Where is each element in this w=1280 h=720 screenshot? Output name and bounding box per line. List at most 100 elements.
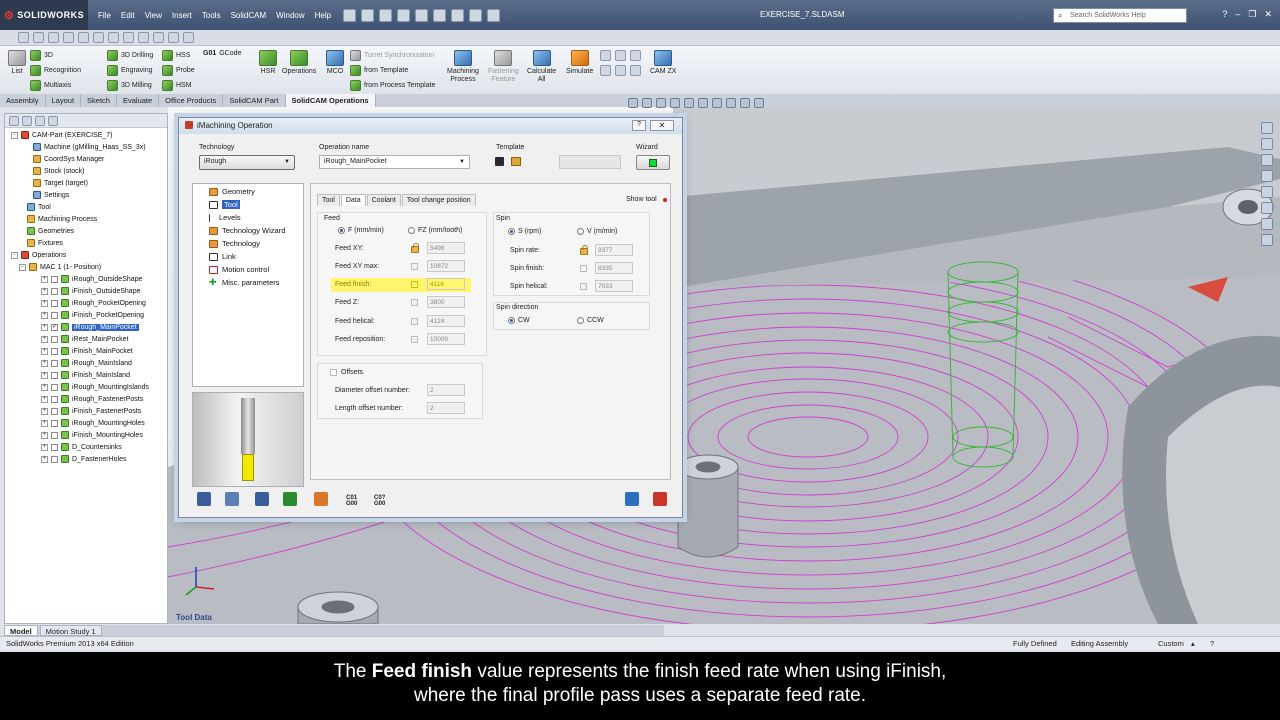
cam-icon-1[interactable]: [18, 32, 29, 43]
property-manager-tab-icon[interactable]: [22, 116, 32, 126]
resources-icon[interactable]: [1261, 138, 1273, 150]
tab-solidcam-operations[interactable]: SolidCAM Operations: [285, 94, 376, 107]
save-template-icon[interactable]: [495, 157, 504, 166]
menu-tools[interactable]: Tools: [202, 11, 221, 20]
design-library-icon[interactable]: [1261, 154, 1273, 166]
technology-select[interactable]: iRough ▼: [199, 155, 295, 170]
tree-operation-item[interactable]: + iRough_MainIsland: [41, 359, 132, 367]
tree-operation-item[interactable]: + iFinish_MainPocket: [41, 347, 133, 355]
rebuild-icon[interactable]: [451, 8, 465, 22]
tab-office-products[interactable]: Office Products: [159, 94, 224, 107]
tree-operation-item[interactable]: + iRough_PocketOpening: [41, 299, 146, 307]
tab-model[interactable]: Model: [4, 625, 38, 636]
gcode-simulate-button[interactable]: C0? G00: [374, 495, 385, 507]
tree-node-machine[interactable]: Machine (gMilling_Haas_SS_3x): [33, 143, 146, 151]
op-probe[interactable]: Probe: [162, 65, 195, 76]
appearances-icon[interactable]: [1261, 202, 1273, 214]
cam-icon-9[interactable]: [138, 32, 149, 43]
tree-node-machining-process[interactable]: Machining Process: [27, 215, 97, 223]
operation-name-select[interactable]: iRough_MainPocket ▼: [319, 155, 470, 169]
mco-button[interactable]: MCO: [326, 50, 344, 76]
op-3d-milling[interactable]: 3D Milling: [107, 80, 152, 91]
restore-button[interactable]: ❐: [1248, 9, 1256, 20]
spin-helical-field[interactable]: 7033: [595, 280, 633, 292]
config-manager-tab-icon[interactable]: [35, 116, 45, 126]
tree-operation-item[interactable]: + iFinish_MountingHoles: [41, 431, 143, 439]
fastening-feature-button[interactable]: Fastening Feature: [488, 50, 519, 84]
cam-icon-10[interactable]: [153, 32, 164, 43]
menu-help[interactable]: Help: [315, 11, 331, 20]
tree-node-tool[interactable]: Tool: [27, 203, 51, 211]
op-3d-drilling[interactable]: 3D Drilling: [107, 50, 153, 61]
tree-operation-item[interactable]: + iFinish_MainIsland: [41, 371, 130, 379]
nav-tool[interactable]: Tool: [209, 200, 240, 209]
save-calculate-icon[interactable]: [255, 492, 269, 506]
view-palette-icon[interactable]: [1261, 186, 1273, 198]
from-process-template-button[interactable]: from Process Template: [350, 80, 435, 91]
tree-node-mac1[interactable]: - MAC 1 (1- Position): [19, 263, 101, 271]
tab-coolant[interactable]: Coolant: [366, 194, 401, 206]
spin-mode-s-radio[interactable]: S (rpm): [508, 228, 541, 235]
tree-operation-item[interactable]: + iFinish_OutsideShape: [41, 287, 141, 295]
tree-operation-item[interactable]: + iFinish_PocketOpening: [41, 311, 144, 319]
feed-helical-field[interactable]: 4124: [427, 315, 465, 327]
feed-z-field[interactable]: 3800: [427, 296, 465, 308]
feed-reposition-checkbox[interactable]: [411, 336, 418, 343]
file-explorer-icon[interactable]: [1261, 170, 1273, 182]
turret-sync-button[interactable]: Turret Synchronization: [350, 50, 434, 61]
cam-tool-icon-3[interactable]: [630, 50, 641, 61]
show-tool-toggle[interactable]: Show tool: [626, 196, 667, 203]
list-button[interactable]: List: [8, 50, 26, 76]
tree-operation-item[interactable]: + iRough_MountingIslands: [41, 383, 149, 391]
close-button[interactable]: ✕: [1264, 9, 1272, 20]
file-properties-icon[interactable]: [469, 8, 483, 22]
lock-icon[interactable]: [411, 243, 419, 253]
tree-operation-item[interactable]: + iRough_MountingHoles: [41, 419, 145, 427]
tab-tool-change-position[interactable]: Tool change position: [401, 194, 476, 206]
cam-tool-icon-5[interactable]: [615, 65, 626, 76]
tree-node-fixtures[interactable]: Fixtures: [27, 239, 63, 247]
hsr-button[interactable]: HSR: [259, 50, 277, 76]
menu-window[interactable]: Window: [276, 11, 304, 20]
cam-zx-button[interactable]: CAM ZX: [650, 50, 676, 76]
feed-xy-max-field[interactable]: 10872: [427, 260, 465, 272]
diameter-offset-field[interactable]: 2: [427, 384, 465, 396]
options-icon[interactable]: [487, 8, 501, 22]
tree-operation-item[interactable]: + D_FastenerHoles: [41, 455, 126, 463]
spin-ccw-radio[interactable]: CCW: [577, 317, 604, 324]
feed-mode-f-radio[interactable]: F (mm/min): [338, 227, 384, 234]
op-gcode[interactable]: G01 GCode: [203, 50, 241, 57]
zoom-area-icon[interactable]: [642, 98, 652, 108]
feed-mode-fz-radio[interactable]: FZ (mm/tooth): [408, 227, 462, 234]
menu-file[interactable]: File: [98, 11, 111, 20]
tree-operation-item-selected[interactable]: + ✓ iRough_MainPocket: [41, 323, 139, 331]
exit-icon[interactable]: [653, 492, 667, 506]
feed-xy-field[interactable]: 5498: [427, 242, 465, 254]
section-view-icon[interactable]: [670, 98, 680, 108]
tab-solidcam-part[interactable]: SolidCAM Part: [223, 94, 286, 107]
display-style-icon[interactable]: [698, 98, 708, 108]
minimize-button[interactable]: –: [1235, 9, 1240, 20]
op-hss[interactable]: HSS: [162, 50, 190, 61]
feed-xy-max-checkbox[interactable]: [411, 263, 418, 270]
feed-reposition-field[interactable]: 10000: [427, 333, 465, 345]
cam-tool-icon-2[interactable]: [615, 50, 626, 61]
simulate-icon[interactable]: [314, 492, 328, 506]
offsets-checkbox[interactable]: [330, 369, 337, 376]
tree-node-coordsys[interactable]: CoordSys Manager: [33, 155, 104, 163]
new-icon[interactable]: [343, 8, 357, 22]
feed-z-checkbox[interactable]: [411, 299, 418, 306]
spin-cw-radio[interactable]: CW: [508, 317, 530, 324]
cam-tool-icon-6[interactable]: [630, 65, 641, 76]
undo-icon[interactable]: [415, 8, 429, 22]
menu-insert[interactable]: Insert: [172, 11, 192, 20]
spin-helical-checkbox[interactable]: [580, 283, 587, 290]
cam-icon-7[interactable]: [108, 32, 119, 43]
calculate-all-button[interactable]: Calculate All: [527, 50, 556, 84]
tree-node-target[interactable]: Target (target): [33, 179, 88, 187]
cam-icon-8[interactable]: [123, 32, 134, 43]
menu-view[interactable]: View: [145, 11, 162, 20]
operations-button[interactable]: Operations: [282, 50, 316, 76]
tree-operation-item[interactable]: + D_Countersinks: [41, 443, 122, 451]
feed-finish-field[interactable]: 4116: [427, 278, 465, 290]
